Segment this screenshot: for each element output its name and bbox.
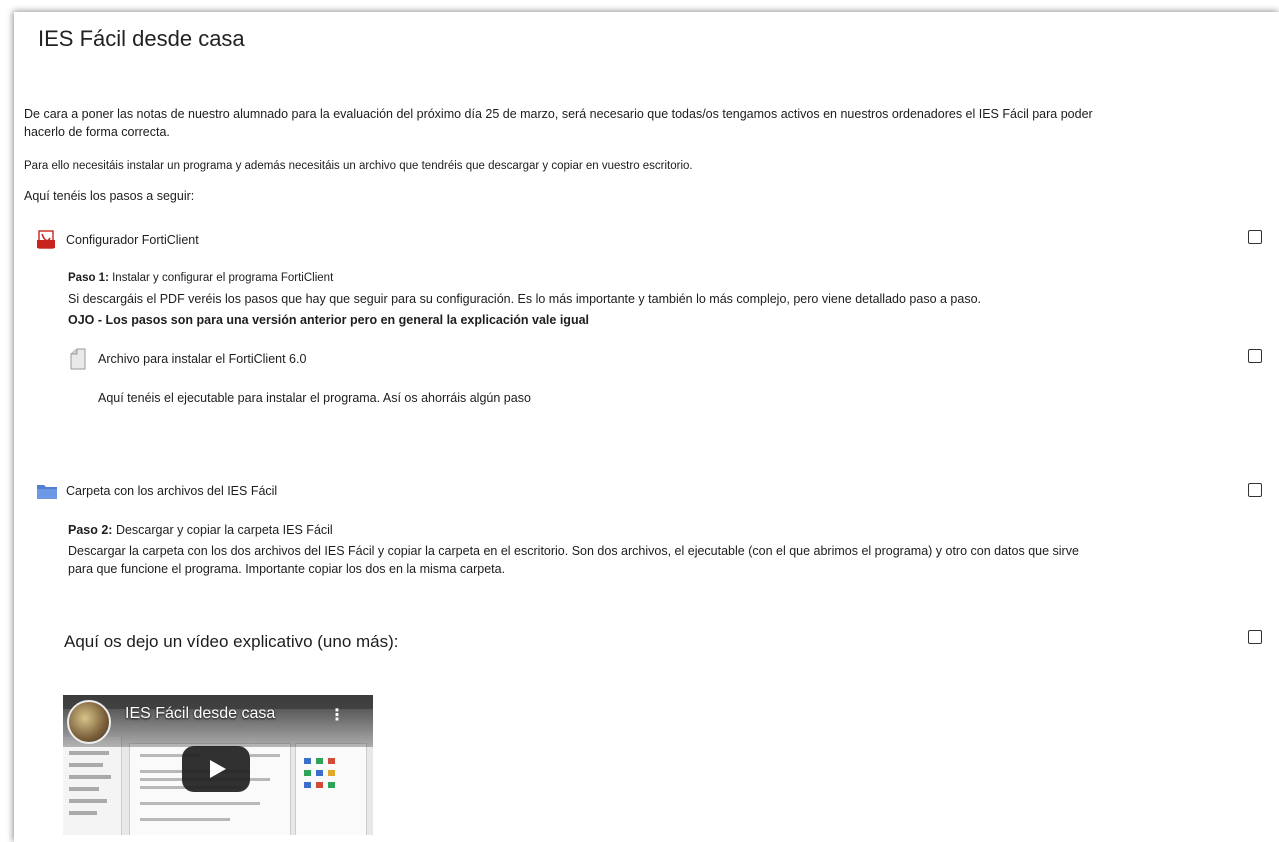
step2-text: Descargar y copiar la carpeta IES Fácil xyxy=(112,523,333,537)
course-section-panel: IES Fácil desde casa De cara a poner las… xyxy=(14,12,1279,842)
activity-link-ies-folder[interactable]: Carpeta con los archivos del IES Fácil xyxy=(66,484,277,498)
completion-checkbox-ies-folder[interactable] xyxy=(1248,483,1262,497)
activity-ies-folder[interactable]: Carpeta con los archivos del IES Fácil xyxy=(36,482,277,500)
completion-checkbox-forticlient-installer[interactable] xyxy=(1248,349,1262,363)
ies-folder-description-line1: Descargar la carpeta con los dos archivo… xyxy=(68,544,1079,558)
activity-link-forticlient-installer[interactable]: Archivo para instalar el FortiClient 6.0 xyxy=(98,352,306,366)
video-heading: Aquí os dejo un vídeo explicativo (uno m… xyxy=(64,632,399,651)
activity-link-forticlient-config[interactable]: Configurador FortiClient xyxy=(66,233,199,247)
video-embed[interactable]: IES Fácil desde casa ⋮ xyxy=(63,695,373,835)
activity-forticlient-installer[interactable]: Archivo para instalar el FortiClient 6.0 xyxy=(68,348,306,370)
intro-paragraph-line1: De cara a poner las notas de nuestro alu… xyxy=(24,107,1093,121)
intro-paragraph-line2: hacerlo de forma correcta. xyxy=(24,125,170,139)
intro-paragraph-line3: Para ello necesitáis instalar un program… xyxy=(24,160,693,172)
step1-text: Instalar y configurar el programa FortiC… xyxy=(108,272,334,284)
video-title[interactable]: IES Fácil desde casa xyxy=(125,705,275,723)
file-icon xyxy=(68,348,88,370)
step2-bold: Paso 2: xyxy=(68,523,113,537)
step2-heading: Paso 2: Descargar y copiar la carpeta IE… xyxy=(68,520,333,540)
activity-forticlient-config[interactable]: Configurador FortiClient xyxy=(36,230,199,250)
step1-heading: Paso 1: Instalar y configurar el program… xyxy=(68,268,333,288)
video-more-options-icon[interactable]: ⋮ xyxy=(329,705,345,725)
pdf-icon xyxy=(36,230,56,250)
completion-checkbox-video[interactable] xyxy=(1248,630,1262,644)
completion-checkbox-forticlient-config[interactable] xyxy=(1248,230,1262,244)
intro-paragraph-line4: Aquí tenéis los pasos a seguir: xyxy=(24,189,195,203)
ies-folder-description-line2: para que funcione el programa. Important… xyxy=(68,562,506,576)
folder-icon xyxy=(36,482,58,500)
step1-bold: Paso 1: xyxy=(68,272,109,284)
forticlient-warning: OJO - Los pasos son para una versión ant… xyxy=(68,310,589,330)
video-thumbnail-apps xyxy=(295,743,367,835)
forticlient-warning-text: OJO - Los pasos son para una versión ant… xyxy=(68,313,590,327)
forticlient-installer-description: Aquí tenéis el ejecutable para instalar … xyxy=(98,391,531,405)
page-title: IES Fácil desde casa xyxy=(38,26,245,51)
channel-avatar xyxy=(67,700,111,744)
video-thumbnail-sidebar xyxy=(63,737,122,835)
play-button-icon[interactable] xyxy=(182,746,250,792)
forticlient-config-description: Si descargáis el PDF veréis los pasos qu… xyxy=(68,292,981,306)
